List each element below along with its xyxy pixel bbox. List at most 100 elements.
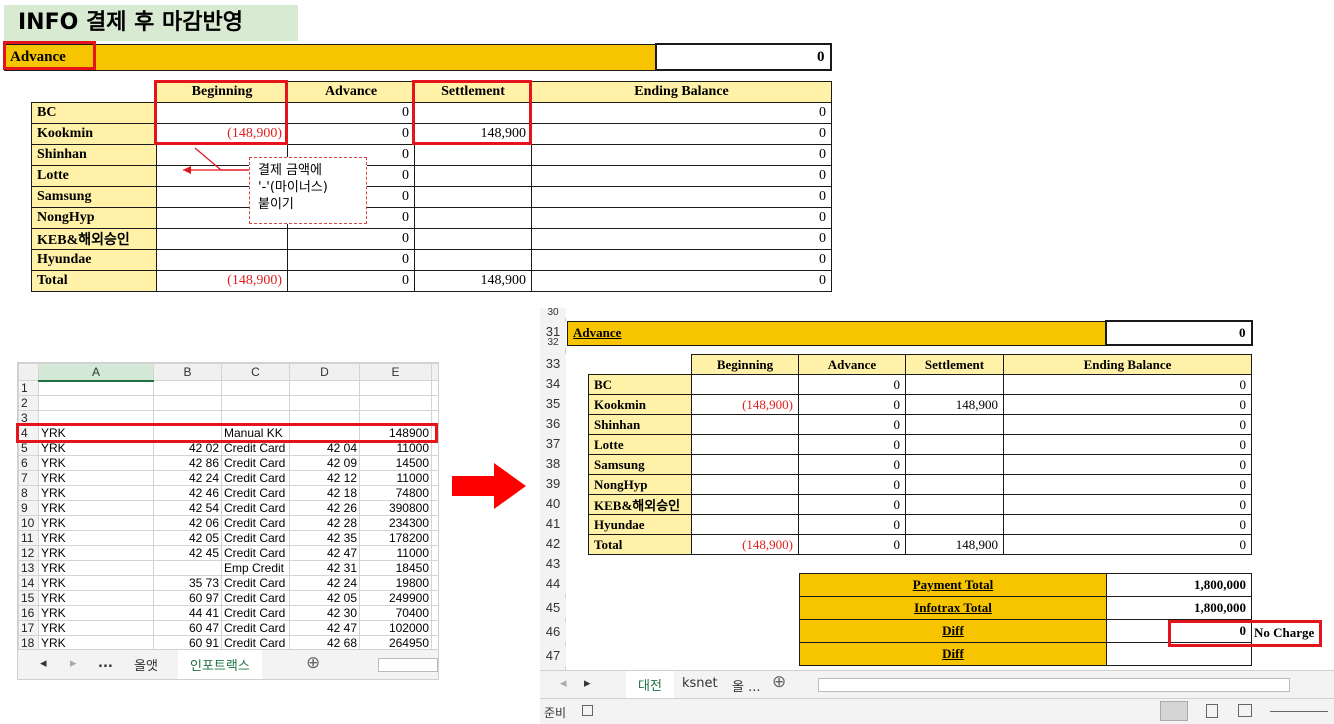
grid-cell-c[interactable]: Credit Card [221, 545, 290, 561]
grid-cell-c[interactable]: Credit Card [221, 470, 290, 486]
grid-cell-a[interactable]: YRK [38, 500, 154, 516]
grid-row-number[interactable]: 14 [18, 575, 39, 591]
grid-corner[interactable] [18, 363, 39, 381]
grid-cell-a[interactable]: YRK [38, 575, 154, 591]
grid-cell-f[interactable] [431, 620, 438, 636]
grid-cell-f[interactable] [431, 590, 438, 606]
row-number[interactable]: 39 [540, 474, 566, 494]
grid-cell-a[interactable]: YRK [38, 545, 154, 561]
grid-cell-a[interactable] [38, 380, 154, 396]
grid-cell-d[interactable]: 42 09 [289, 455, 360, 471]
table-row[interactable]: 2 [18, 395, 438, 411]
grid-cell-e[interactable]: 19800 [359, 575, 432, 591]
right-add-sheet-icon[interactable]: ⊕ [772, 672, 786, 692]
grid-row-number[interactable]: 17 [18, 620, 39, 636]
grid-cell-c[interactable]: Credit Card [221, 500, 290, 516]
row-number[interactable]: 38 [540, 454, 566, 474]
table-row[interactable]: 14 YRK 35 73 Credit Card 42 24 19800 [18, 575, 438, 591]
right-tab-prev-icon[interactable]: ◂ [560, 676, 567, 691]
grid-cell-d[interactable]: 42 47 [289, 545, 360, 561]
grid-cell-b[interactable] [153, 560, 222, 576]
row-number[interactable]: 35 [540, 394, 566, 414]
grid-cell-f[interactable] [431, 575, 438, 591]
tab-allat[interactable]: 올앳 [134, 655, 158, 674]
normal-view-icon[interactable] [1160, 701, 1188, 721]
grid-row-number[interactable]: 9 [18, 500, 39, 516]
grid-cell-d[interactable]: 42 12 [289, 470, 360, 486]
grid-cell-d[interactable]: 42 47 [289, 620, 360, 636]
row-number[interactable]: 34 [540, 374, 566, 394]
right-tab-next-icon[interactable]: ▸ [584, 676, 591, 691]
grid-cell-d[interactable] [289, 395, 360, 411]
grid-col-b[interactable]: B [153, 363, 222, 381]
table-row[interactable]: 17 YRK 60 47 Credit Card 42 47 102000 [18, 620, 438, 636]
grid-cell-e[interactable]: 234300 [359, 515, 432, 531]
grid-cell-a[interactable]: YRK [38, 620, 154, 636]
grid-cell-f[interactable] [431, 530, 438, 546]
grid-cell-e[interactable]: 249900 [359, 590, 432, 606]
table-row[interactable]: 1 [18, 380, 438, 396]
grid-cell-d[interactable] [289, 380, 360, 396]
row-number[interactable]: 45 [540, 598, 566, 618]
row-number[interactable]: 32 [540, 338, 566, 348]
grid-cell-f[interactable] [431, 545, 438, 561]
tab-ksnet[interactable]: ksnet [682, 676, 718, 691]
grid-row-number[interactable]: 13 [18, 560, 39, 576]
row-number[interactable]: 30 [540, 308, 566, 318]
grid-row-number[interactable]: 7 [18, 470, 39, 486]
grid-cell-d[interactable]: 42 30 [289, 605, 360, 621]
grid-cell-b[interactable]: 42 86 [153, 455, 222, 471]
grid-cell-a[interactable]: YRK [38, 605, 154, 621]
grid-row-number[interactable]: 1 [18, 380, 39, 396]
grid-cell-a[interactable]: YRK [38, 560, 154, 576]
row-number[interactable]: 36 [540, 414, 566, 434]
grid-cell-d[interactable]: 42 31 [289, 560, 360, 576]
grid-cell-f[interactable] [431, 515, 438, 531]
grid-row-number[interactable]: 12 [18, 545, 39, 561]
grid-cell-c[interactable]: Credit Card [221, 620, 290, 636]
grid-cell-b[interactable]: 42 45 [153, 545, 222, 561]
table-row[interactable]: 6 YRK 42 86 Credit Card 42 09 14500 [18, 455, 438, 471]
grid-row-number[interactable]: 6 [18, 455, 39, 471]
grid-col-a[interactable]: A [38, 363, 154, 382]
grid-cell-b[interactable]: 60 47 [153, 620, 222, 636]
grid-cell-a[interactable]: YRK [38, 530, 154, 546]
grid-cell-d[interactable]: 42 28 [289, 515, 360, 531]
grid-col-c[interactable]: C [221, 363, 290, 381]
table-row[interactable]: 10 YRK 42 06 Credit Card 42 28 234300 [18, 515, 438, 531]
row-number[interactable]: 33 [540, 354, 566, 374]
table-row[interactable]: 8 YRK 42 46 Credit Card 42 18 74800 [18, 485, 438, 501]
table-row[interactable]: 7 YRK 42 24 Credit Card 42 12 11000 [18, 470, 438, 486]
grid-cell-b[interactable]: 42 24 [153, 470, 222, 486]
tab-next-icon[interactable]: ▸ [70, 656, 77, 671]
grid-cell-c[interactable]: Credit Card [221, 455, 290, 471]
grid-cell-b[interactable] [153, 380, 222, 396]
row-number[interactable]: 47 [540, 646, 566, 666]
grid-cell-c[interactable]: Credit Card [221, 590, 290, 606]
grid-row-number[interactable]: 11 [18, 530, 39, 546]
grid-cell-d[interactable]: 42 05 [289, 590, 360, 606]
grid-cell-f[interactable] [431, 500, 438, 516]
grid-cell-c[interactable]: Credit Card [221, 605, 290, 621]
grid-cell-a[interactable]: YRK [38, 590, 154, 606]
row-number[interactable]: 37 [540, 434, 566, 454]
grid-cell-f[interactable] [431, 485, 438, 501]
grid-cell-e[interactable] [359, 380, 432, 396]
table-row[interactable]: 11 YRK 42 05 Credit Card 42 35 178200 [18, 530, 438, 546]
grid-cell-c[interactable]: Credit Card [221, 530, 290, 546]
grid-cell-b[interactable]: 42 06 [153, 515, 222, 531]
row-number[interactable]: 44 [540, 574, 566, 594]
grid-cell-e[interactable]: 18450 [359, 560, 432, 576]
tab-infotrax[interactable]: 인포트랙스 [178, 650, 262, 679]
grid-cell-b[interactable]: 44 41 [153, 605, 222, 621]
page-layout-icon[interactable] [1206, 704, 1218, 718]
tab-more[interactable]: ... [98, 656, 113, 671]
table-row[interactable]: 15 YRK 60 97 Credit Card 42 05 249900 [18, 590, 438, 606]
grid-cell-d[interactable]: 42 24 [289, 575, 360, 591]
table-row[interactable]: 13 YRK Emp Credit 42 31 18450 [18, 560, 438, 576]
grid-cell-e[interactable]: 178200 [359, 530, 432, 546]
zoom-slider[interactable] [1270, 711, 1328, 712]
grid-row-number[interactable]: 8 [18, 485, 39, 501]
grid-cell-e[interactable]: 102000 [359, 620, 432, 636]
grid-cell-f[interactable] [431, 380, 438, 396]
